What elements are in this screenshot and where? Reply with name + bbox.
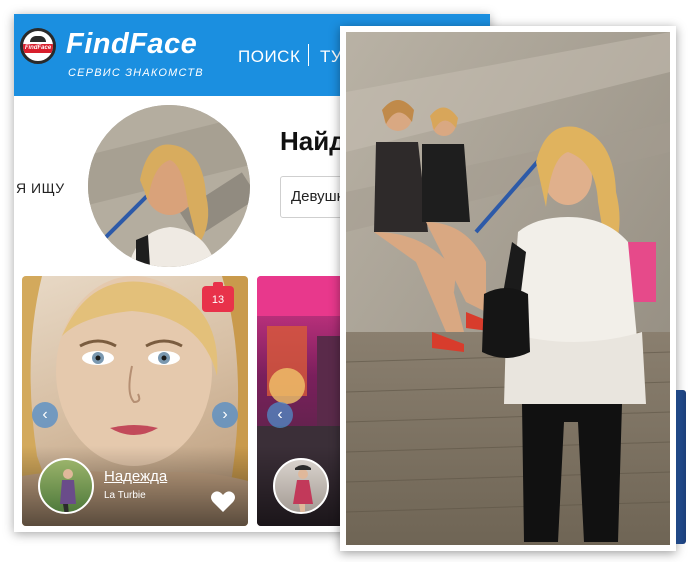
profile-photo-illustration [88, 105, 250, 267]
chevron-right-icon[interactable]: › [212, 402, 238, 428]
overlay-photo-inner [346, 32, 670, 545]
logo-top-shape [30, 36, 46, 42]
profile-card[interactable]: 13 ‹ › Надежда La Turbie [22, 276, 248, 526]
nav-next-link[interactable]: ТУ [320, 47, 342, 67]
street-photo-illustration [346, 32, 670, 545]
profile-photo[interactable] [88, 105, 250, 267]
heart-icon[interactable] [210, 490, 236, 514]
chevron-left-icon[interactable]: ‹ [32, 402, 58, 428]
avatar[interactable] [38, 458, 94, 514]
brand-subtitle: СЕРВИС ЗНАКОМСТВ [68, 67, 204, 79]
nav-divider [308, 44, 309, 66]
camera-icon[interactable]: 13 [202, 282, 234, 312]
chevron-left-icon[interactable]: ‹ [267, 402, 293, 428]
card-location: La Turbie [104, 490, 146, 501]
seek-label: Я ИЩУ [16, 180, 65, 196]
brand-name[interactable]: FindFace [66, 28, 197, 61]
overlay-photo [340, 26, 676, 551]
logo-band-text: FindFace [23, 44, 53, 53]
page-heading: Найд [280, 126, 346, 156]
avatar[interactable] [273, 458, 329, 514]
findface-logo-icon[interactable]: FindFace [20, 28, 56, 64]
nav-search-link[interactable]: ПОИСК [238, 47, 300, 67]
card-name[interactable]: Надежда [104, 468, 167, 485]
photo-count-value: 13 [211, 294, 225, 306]
